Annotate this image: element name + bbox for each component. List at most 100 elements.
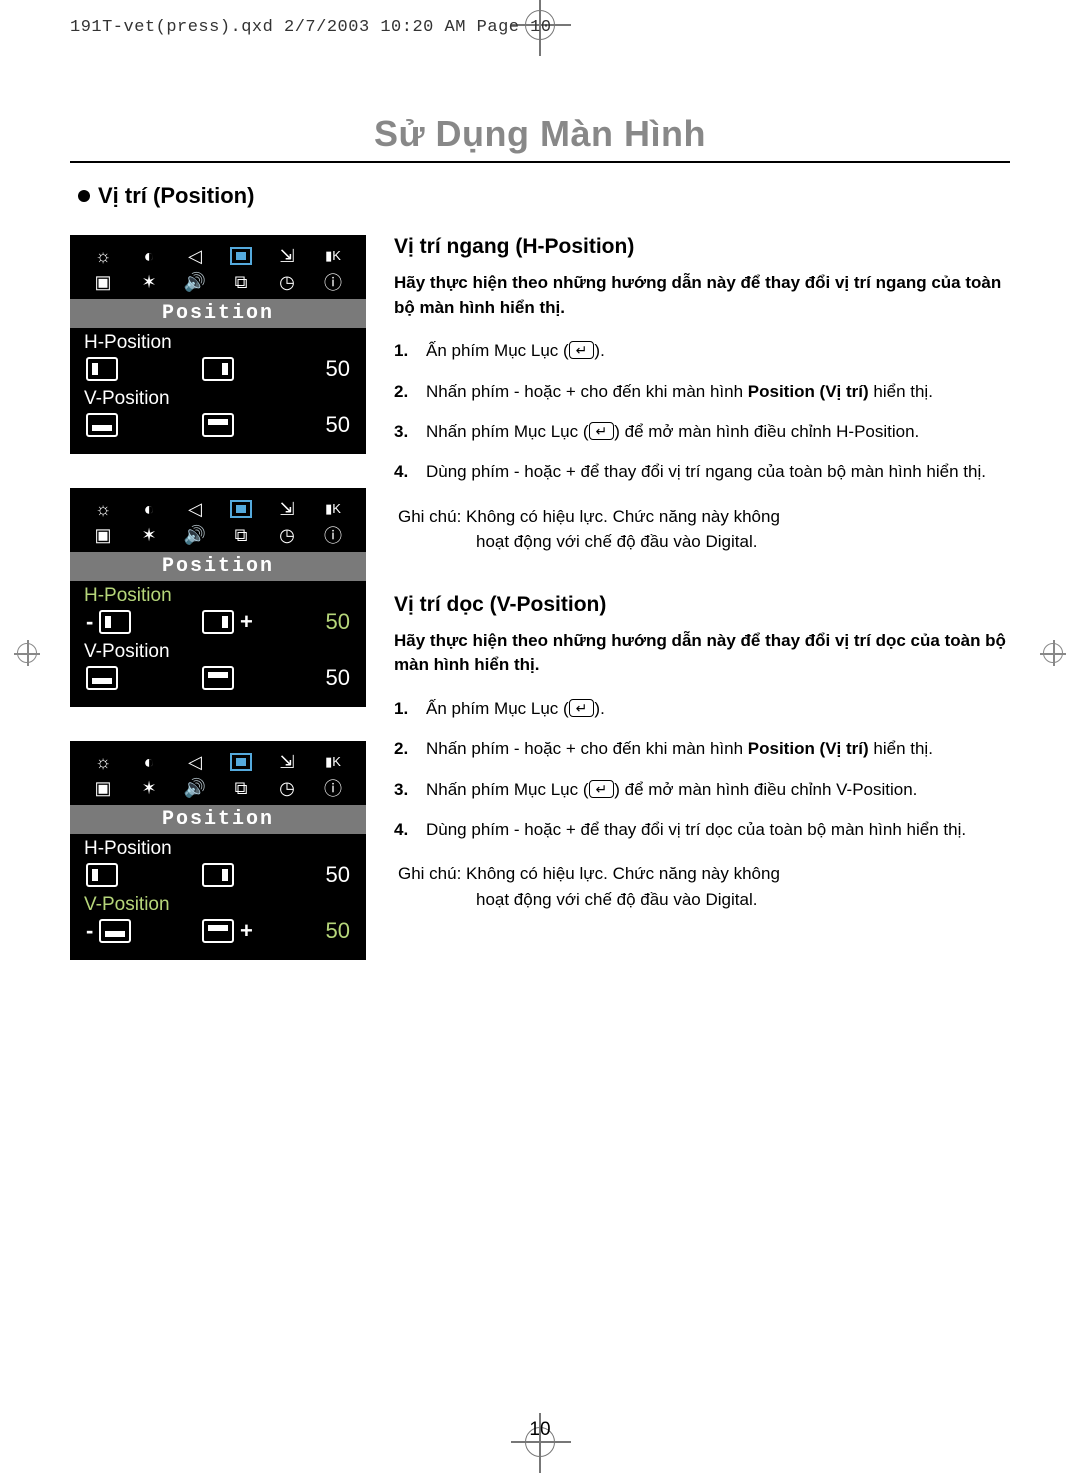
v-up-icon (202, 413, 234, 437)
osd-v-label: V-Position (84, 641, 352, 663)
audio-icon: 🔊 (183, 524, 207, 546)
osd-icon-row-2c: ▣ ✶ 🔊 ⧉ ◷ ⓘ (70, 775, 366, 801)
page-title: Sử Dụng Màn Hình (70, 113, 1010, 155)
osd-panel-3: ☼ ◐ ◁ ⇲ ▮K ▣ ✶ 🔊 ⧉ ◷ ⓘ Position H- (70, 741, 366, 960)
plus-label: + (240, 918, 253, 944)
clock-icon: ◷ (275, 524, 299, 546)
osd-icon-row-1b: ☼ ◐ ◁ ⇲ ▮K (70, 496, 366, 522)
info-icon: ⓘ (321, 777, 345, 799)
position-icon (229, 751, 253, 773)
v-step-3: Nhấn phím Mục Lục (↵) để mở màn hình điề… (394, 777, 1010, 803)
title-rule (70, 161, 1010, 163)
image-icon: ▣ (91, 524, 115, 546)
file-meta: 191T-vet(press).qxd 2/7/2003 10:20 AM Pa… (70, 18, 1010, 37)
osd-menu-label: Position (70, 805, 366, 834)
geometry-icon: ◁ (183, 245, 207, 267)
clock-icon: ◷ (275, 777, 299, 799)
v-step-2: Nhấn phím - hoặc + cho đến khi màn hình … (394, 736, 1010, 762)
osd-v-label: V-Position (84, 388, 352, 410)
brightness-icon: ☼ (91, 751, 115, 773)
osd-h-label: H-Position (84, 838, 352, 860)
contrast-icon: ◐ (137, 751, 161, 773)
geometry-icon: ◁ (183, 751, 207, 773)
osd-panel-1: ☼ ◐ ◁ ⇲ ▮K ▣ ✶ 🔊 ⧉ ◷ ⓘ Position H- (70, 235, 366, 454)
osd-h-value: 50 (318, 356, 350, 382)
page-number: 10 (0, 1419, 1080, 1441)
h-step-2: Nhấn phím - hoặc + cho đến khi màn hình … (394, 379, 1010, 405)
osd-v-value-active: 50 (318, 918, 350, 944)
clock-icon: ◷ (275, 271, 299, 293)
v-intro: Hãy thực hiện theo những hướng dẫn này đ… (394, 629, 1010, 678)
osd-icon-row-1c: ☼ ◐ ◁ ⇲ ▮K (70, 749, 366, 775)
v-up-icon (202, 919, 234, 943)
osd-v-value: 50 (318, 665, 350, 691)
position-icon (229, 498, 253, 520)
size-icon: ⇲ (275, 751, 299, 773)
v-up-icon (202, 666, 234, 690)
pip-icon: ⧉ (229, 271, 253, 293)
audio-icon: 🔊 (183, 271, 207, 293)
contrast-icon: ◐ (137, 245, 161, 267)
language-icon: ✶ (137, 777, 161, 799)
audio-icon: 🔊 (183, 777, 207, 799)
v-steps: Ấn phím Mục Lục (↵). Nhấn phím - hoặc + … (394, 696, 1010, 843)
section-heading: Vị trí (Position) (78, 183, 1010, 209)
size-icon: ⇲ (275, 498, 299, 520)
image-icon: ▣ (91, 777, 115, 799)
v-position-section: Vị trí dọc (V-Position) Hãy thực hiện th… (394, 593, 1010, 913)
brightness-icon: ☼ (91, 245, 115, 267)
osd-h-value: 50 (318, 862, 350, 888)
language-icon: ✶ (137, 271, 161, 293)
color-icon: ▮K (321, 751, 345, 773)
v-down-icon (99, 919, 131, 943)
h-left-icon (86, 863, 118, 887)
bullet-icon (78, 190, 90, 202)
osd-icon-row-2b: ▣ ✶ 🔊 ⧉ ◷ ⓘ (70, 522, 366, 548)
v-note: Ghi chú: Không có hiệu lực. Chức năng nà… (398, 861, 1010, 912)
osd-icon-row-1: ☼ ◐ ◁ ⇲ ▮K (70, 243, 366, 269)
info-icon: ⓘ (321, 524, 345, 546)
h-step-1: Ấn phím Mục Lục (↵). (394, 338, 1010, 364)
brightness-icon: ☼ (91, 498, 115, 520)
h-note: Ghi chú: Không có hiệu lực. Chức năng nà… (398, 504, 1010, 555)
h-right-icon (202, 863, 234, 887)
language-icon: ✶ (137, 524, 161, 546)
crop-mark-right (1040, 640, 1066, 666)
v-step-4: Dùng phím - hoặc + để thay đổi vị trí dọ… (394, 817, 1010, 843)
h-steps: Ấn phím Mục Lục (↵). Nhấn phím - hoặc + … (394, 338, 1010, 485)
position-icon (229, 245, 253, 267)
crop-mark-left (14, 640, 40, 666)
osd-v-label-active: V-Position (84, 894, 352, 916)
h-right-icon (202, 610, 234, 634)
plus-label: + (240, 609, 253, 635)
enter-key-icon: ↵ (589, 780, 615, 798)
osd-icon-row-2: ▣ ✶ 🔊 ⧉ ◷ ⓘ (70, 269, 366, 295)
h-step-3: Nhấn phím Mục Lục (↵) để mở màn hình điề… (394, 419, 1010, 445)
osd-panel-2: ☼ ◐ ◁ ⇲ ▮K ▣ ✶ 🔊 ⧉ ◷ ⓘ Position H- (70, 488, 366, 707)
minus-label: - (86, 609, 93, 635)
color-icon: ▮K (321, 498, 345, 520)
osd-h-label-active: H-Position (84, 585, 352, 607)
v-heading: Vị trí dọc (V-Position) (394, 593, 1010, 617)
geometry-icon: ◁ (183, 498, 207, 520)
h-intro: Hãy thực hiện theo những hướng dẫn này đ… (394, 271, 1010, 320)
info-icon: ⓘ (321, 271, 345, 293)
v-down-icon (86, 413, 118, 437)
osd-menu-label: Position (70, 299, 366, 328)
pip-icon: ⧉ (229, 524, 253, 546)
contrast-icon: ◐ (137, 498, 161, 520)
size-icon: ⇲ (275, 245, 299, 267)
enter-key-icon: ↵ (589, 422, 615, 440)
h-position-section: Vị trí ngang (H-Position) Hãy thực hiện … (394, 235, 1010, 555)
h-right-icon (202, 357, 234, 381)
osd-menu-label: Position (70, 552, 366, 581)
v-step-1: Ấn phím Mục Lục (↵). (394, 696, 1010, 722)
color-icon: ▮K (321, 245, 345, 267)
v-down-icon (86, 666, 118, 690)
pip-icon: ⧉ (229, 777, 253, 799)
enter-key-icon: ↵ (569, 341, 595, 359)
image-icon: ▣ (91, 271, 115, 293)
page-body: Sử Dụng Màn Hình Vị trí (Position) ☼ ◐ ◁… (70, 95, 1010, 1407)
osd-h-label: H-Position (84, 332, 352, 354)
enter-key-icon: ↵ (569, 699, 595, 717)
